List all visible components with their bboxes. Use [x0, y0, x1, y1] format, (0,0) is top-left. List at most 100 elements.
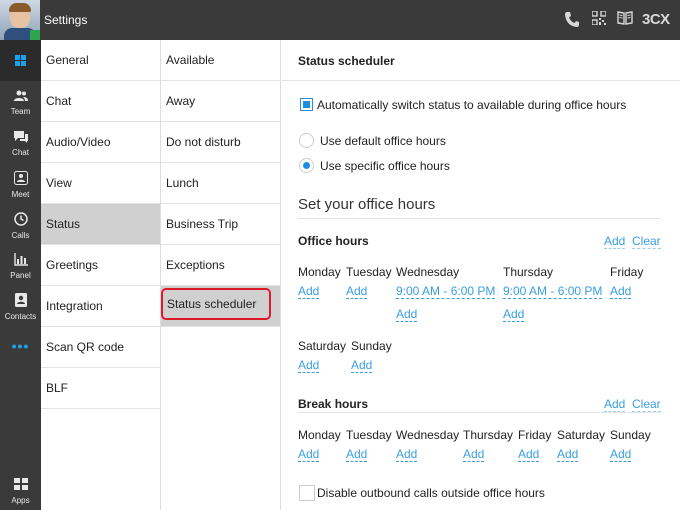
rail-apps[interactable]: Apps — [0, 478, 41, 505]
settings-item-blf[interactable]: BLF — [41, 368, 160, 409]
avatar[interactable] — [0, 0, 40, 40]
break-hours-clear-link[interactable]: Clear — [632, 397, 661, 412]
break-hours-title: Break hours — [298, 397, 369, 411]
windows-icon[interactable] — [0, 40, 41, 81]
section-title: Set your office hours — [298, 196, 436, 213]
avatar-hair — [9, 3, 31, 12]
qr-code-icon[interactable] — [591, 10, 607, 30]
section-divider — [298, 218, 660, 219]
break-sunday-add-link[interactable]: Add — [610, 447, 632, 462]
office-day-saturday: Saturday — [298, 339, 347, 353]
break-hours-add-link[interactable]: Add — [604, 397, 626, 412]
panel-title: Status scheduler — [298, 54, 395, 68]
rail-chat[interactable]: Chat — [0, 131, 41, 157]
status-item-business-trip[interactable]: Business Trip — [161, 204, 280, 245]
office-day-wednesday: Wednesday — [396, 265, 460, 279]
office-sunday-add-link[interactable]: Add — [351, 358, 373, 373]
status-scheduler-panel: Status scheduler Automatically switch st… — [282, 40, 680, 510]
office-day-friday: Friday — [610, 265, 644, 279]
rail-label-contacts: Contacts — [4, 312, 37, 321]
more-icon[interactable]: ••• — [0, 338, 41, 354]
book-icon[interactable] — [617, 11, 633, 30]
status-scheduler-label: Status scheduler — [161, 288, 271, 320]
break-tuesday-add-link[interactable]: Add — [346, 447, 368, 462]
break-monday-add-link[interactable]: Add — [298, 447, 320, 462]
rail-team[interactable]: Team — [0, 90, 41, 116]
default-hours-radio[interactable] — [299, 133, 314, 148]
meet-icon — [0, 171, 41, 188]
office-friday-add-link[interactable]: Add — [610, 284, 632, 299]
rail-label-team: Team — [10, 107, 31, 116]
office-day-tuesday: Tuesday — [346, 265, 392, 279]
status-item-lunch[interactable]: Lunch — [161, 163, 280, 204]
status-item-available[interactable]: Available — [161, 40, 280, 81]
break-day-thursday: Thursday — [463, 428, 514, 442]
panel-icon — [0, 253, 41, 269]
rail-label-apps: Apps — [11, 496, 30, 505]
break-day-sunday: Sunday — [610, 428, 651, 442]
settings-item-scan-qr-code[interactable]: Scan QR code — [41, 327, 160, 368]
office-hours-clear-link[interactable]: Clear — [632, 234, 661, 249]
office-thursday-add-link[interactable]: Add — [503, 307, 525, 322]
chat-icon — [0, 131, 41, 146]
apps-icon — [0, 478, 41, 494]
break-wednesday-add-link[interactable]: Add — [396, 447, 418, 462]
office-wednesday-add-link[interactable]: Add — [396, 307, 418, 322]
office-hours-title: Office hours — [298, 234, 369, 248]
rail-panel[interactable]: Panel — [0, 253, 41, 280]
office-thursday-slot-link[interactable]: 9:00 AM - 6:00 PM — [503, 284, 603, 299]
settings-item-audio-video[interactable]: Audio/Video — [41, 122, 160, 163]
break-divider — [298, 412, 660, 413]
settings-item-chat[interactable]: Chat — [41, 81, 160, 122]
break-day-saturday: Saturday — [557, 428, 606, 442]
settings-item-general[interactable]: General — [41, 40, 160, 81]
presence-status-dot — [30, 30, 40, 40]
settings-item-status[interactable]: Status — [41, 204, 160, 245]
contacts-icon — [0, 293, 41, 310]
rail-label-calls: Calls — [11, 231, 30, 240]
rail-contacts[interactable]: Contacts — [0, 293, 41, 321]
auto-switch-checkbox[interactable] — [300, 98, 313, 111]
status-item-do-not-disturb[interactable]: Do not disturb — [161, 122, 280, 163]
break-friday-add-link[interactable]: Add — [518, 447, 540, 462]
left-rail: Team Chat Meet Calls Panel Contacts ••• — [0, 40, 41, 510]
team-icon — [0, 90, 41, 105]
break-saturday-add-link[interactable]: Add — [557, 447, 579, 462]
status-item-status-scheduler[interactable]: Status scheduler — [161, 286, 280, 327]
settings-item-view[interactable]: View — [41, 163, 160, 204]
panel-header: Status scheduler — [282, 40, 680, 81]
auto-switch-label: Automatically switch status to available… — [317, 98, 627, 112]
status-item-exceptions[interactable]: Exceptions — [161, 245, 280, 286]
default-hours-label: Use default office hours — [320, 134, 446, 148]
office-monday-add-link[interactable]: Add — [298, 284, 320, 299]
rail-label-panel: Panel — [10, 271, 31, 280]
calls-icon — [0, 212, 41, 229]
office-day-thursday: Thursday — [503, 265, 554, 279]
office-saturday-add-link[interactable]: Add — [298, 358, 320, 373]
office-day-sunday: Sunday — [351, 339, 392, 353]
disable-outbound-label: Disable outbound calls outside office ho… — [317, 486, 545, 500]
break-day-friday: Friday — [518, 428, 552, 442]
settings-item-greetings[interactable]: Greetings — [41, 245, 160, 286]
disable-outbound-checkbox[interactable] — [299, 485, 315, 501]
office-tuesday-add-link[interactable]: Add — [346, 284, 368, 299]
break-day-wednesday: Wednesday — [396, 428, 460, 442]
office-day-monday: Monday — [298, 265, 341, 279]
settings-item-integration[interactable]: Integration — [41, 286, 160, 327]
rail-meet[interactable]: Meet — [0, 171, 41, 199]
break-day-tuesday: Tuesday — [346, 428, 392, 442]
specific-hours-radio[interactable] — [299, 158, 314, 173]
phone-icon[interactable] — [565, 11, 579, 32]
office-hours-add-link[interactable]: Add — [604, 234, 626, 249]
page-title: Settings — [44, 13, 88, 27]
brand-logo: 3CX — [642, 11, 670, 28]
status-item-away[interactable]: Away — [161, 81, 280, 122]
top-bar: Settings 3CX — [0, 0, 680, 40]
status-submenu: Available Away Do not disturb Lunch Busi… — [161, 40, 281, 510]
break-thursday-add-link[interactable]: Add — [463, 447, 485, 462]
rail-label-chat: Chat — [12, 148, 29, 157]
rail-label-meet: Meet — [11, 190, 30, 199]
office-wednesday-slot-link[interactable]: 9:00 AM - 6:00 PM — [396, 284, 496, 299]
rail-calls[interactable]: Calls — [0, 212, 41, 240]
break-day-monday: Monday — [298, 428, 341, 442]
